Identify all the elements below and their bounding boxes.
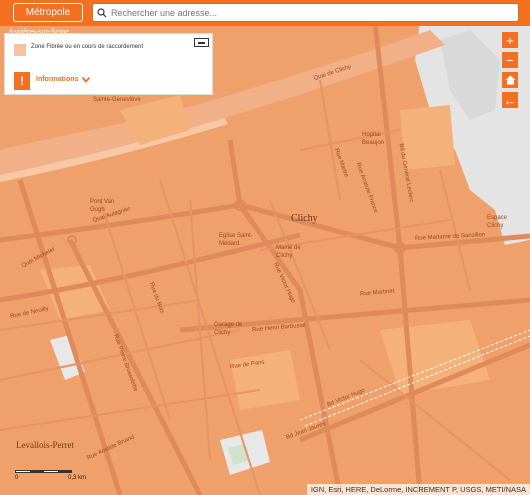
search-icon <box>93 4 111 21</box>
map-label-clichy: Clichy <box>291 213 318 224</box>
map-label-garage: Garage de Clichy <box>214 322 243 336</box>
top-toolbar: Métropole <box>0 0 530 26</box>
metropole-button[interactable]: Métropole <box>13 3 83 22</box>
map-label-hopital: Hopital Beaujon <box>362 132 385 146</box>
fiber-zone-label: Zone Fibrée ou en cours de raccordement <box>31 44 144 50</box>
map-label-eglise: Eglise Saint-Médard <box>219 233 253 247</box>
map-label-espace: Espace Clichy <box>487 215 508 229</box>
zone-patch <box>230 350 300 410</box>
map-label-mairie: Mairie de Clichy <box>276 245 301 259</box>
legend-panel: Zone Fibrée ou en cours de raccordement … <box>4 33 213 95</box>
home-button[interactable] <box>502 72 518 88</box>
scale-bar-graphic <box>15 470 72 473</box>
exclamation-icon: ! <box>14 72 30 90</box>
scale-zero: 0 <box>15 475 19 481</box>
search-bar[interactable] <box>92 3 519 22</box>
zone-patch <box>400 105 455 170</box>
chevron-down-icon <box>82 76 91 83</box>
fiber-zone-swatch <box>14 44 26 56</box>
zoom-in-button[interactable]: + <box>502 32 518 48</box>
address-search-input[interactable] <box>111 5 518 20</box>
home-icon <box>505 75 515 85</box>
scale-distance: 0,3 km <box>68 475 87 481</box>
informations-label: Informations <box>36 76 79 83</box>
map-label-levallois: Levallois-Perret <box>16 440 74 450</box>
map-label-sainte-genevieve: Sainte-Geneviève <box>93 97 141 103</box>
minimize-icon <box>198 41 205 44</box>
zoom-out-button[interactable]: − <box>502 52 518 68</box>
informations-toggle[interactable]: Informations <box>36 76 91 83</box>
back-button[interactable]: ← <box>502 92 518 108</box>
minimize-legend-button[interactable] <box>194 38 209 47</box>
map-attribution: IGN, Esri, HERE, DeLorme, INCREMENT P, U… <box>306 484 530 495</box>
